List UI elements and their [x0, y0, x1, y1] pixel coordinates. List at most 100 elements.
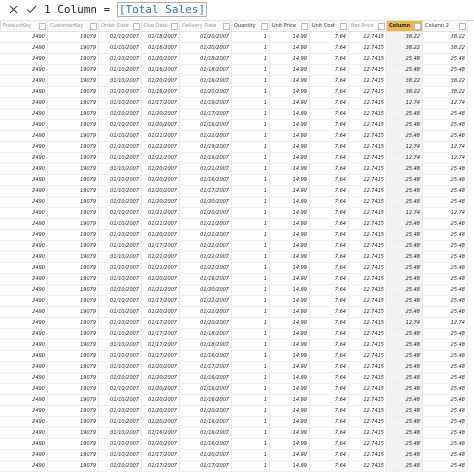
table-cell[interactable]: 25.48	[422, 361, 468, 373]
table-cell[interactable]: 12.74	[422, 152, 468, 164]
table-cell[interactable]: 01/16/2007	[179, 427, 232, 439]
table-cell[interactable]: 25.48	[422, 163, 468, 175]
table-cell[interactable]: 25.48	[422, 185, 468, 197]
table-cell[interactable]: 14.99	[269, 174, 310, 186]
table-cell[interactable]: 14.99	[269, 361, 310, 373]
table-cell[interactable]: 38.22	[386, 75, 423, 87]
table-cell[interactable]: 12.7415	[348, 119, 387, 131]
table-cell[interactable]: 01/10/2007	[98, 361, 142, 373]
table-cell[interactable]: 19079	[47, 141, 99, 153]
table-cell[interactable]: 1	[231, 416, 270, 428]
table-cell[interactable]: 7.64	[309, 86, 349, 98]
table-cell[interactable]: 19079	[47, 53, 99, 65]
table-cell[interactable]: 01/10/2007	[98, 273, 142, 285]
table-cell[interactable]: 2490	[0, 207, 48, 219]
table-cell[interactable]: 01/10/2007	[98, 163, 142, 175]
table-cell[interactable]: 14.99	[269, 284, 310, 296]
table-cell[interactable]: 25.48	[386, 427, 423, 439]
table-cell[interactable]: 7.64	[309, 174, 349, 186]
table-cell[interactable]: 01/10/2007	[98, 218, 142, 230]
table-cell[interactable]: 12.7415	[348, 141, 387, 153]
table-cell[interactable]: 01/16/2007	[179, 174, 232, 186]
table-cell[interactable]: 14.99	[269, 350, 310, 362]
table-cell[interactable]: 01/20/2007	[179, 317, 232, 329]
table-cell[interactable]: 2490	[0, 97, 48, 109]
filter-dropdown-icon[interactable]	[90, 23, 97, 30]
table-cell[interactable]: 01/20/2007	[141, 416, 180, 428]
table-cell[interactable]: 01/20/2007	[179, 31, 232, 43]
table-cell[interactable]: 7.64	[309, 416, 349, 428]
table-cell[interactable]: 7.64	[309, 317, 349, 329]
table-cell[interactable]: 01/10/2007	[98, 86, 142, 98]
table-cell[interactable]: 19079	[47, 251, 99, 263]
close-icon[interactable]	[6, 1, 20, 17]
table-cell[interactable]: 25.48	[386, 328, 423, 340]
table-cell[interactable]: 01/10/2007	[98, 130, 142, 142]
table-cell[interactable]: 19079	[47, 295, 99, 307]
table-cell[interactable]: 12.74	[422, 207, 468, 219]
table-cell[interactable]: 14.99	[269, 75, 310, 87]
table-cell[interactable]: 01/20/2007	[179, 405, 232, 417]
table-cell[interactable]: 12.7415	[348, 295, 387, 307]
table-cell[interactable]: 01/20/2007	[141, 372, 180, 384]
table-cell[interactable]: 25.48	[386, 273, 423, 285]
table-cell[interactable]: 2490	[0, 240, 48, 252]
table-cell[interactable]: 12.7415	[348, 251, 387, 263]
table-cell[interactable]: 1	[231, 339, 270, 351]
table-cell[interactable]: 01/20/2007	[179, 284, 232, 296]
table-cell[interactable]: 2490	[0, 339, 48, 351]
table-cell[interactable]: 19079	[47, 328, 99, 340]
table-cell[interactable]: 01/10/2007	[98, 53, 142, 65]
table-cell[interactable]: 1	[231, 207, 270, 219]
table-cell[interactable]: 2490	[0, 262, 48, 274]
table-cell[interactable]: 19079	[47, 185, 99, 197]
table-cell[interactable]: 12.7415	[348, 262, 387, 274]
table-cell[interactable]: 7.64	[309, 119, 349, 131]
table-cell[interactable]: 14.99	[269, 108, 310, 120]
table-cell[interactable]: 01/22/2007	[179, 240, 232, 252]
table-cell[interactable]: 14.99	[269, 53, 310, 65]
table-cell[interactable]: 14.99	[269, 262, 310, 274]
table-cell[interactable]: 25.48	[422, 438, 468, 450]
table-cell[interactable]: 2490	[0, 273, 48, 285]
table-cell[interactable]: 01/10/2007	[98, 97, 142, 109]
table-cell[interactable]: 19079	[47, 119, 99, 131]
table-cell[interactable]: 01/10/2007	[98, 372, 142, 384]
table-cell[interactable]: 01/17/2007	[179, 185, 232, 197]
table-cell[interactable]: 2490	[0, 295, 48, 307]
table-cell[interactable]: 25.48	[422, 339, 468, 351]
table-cell[interactable]: 01/17/2007	[179, 460, 232, 472]
table-cell[interactable]: 01/10/2007	[98, 240, 142, 252]
table-cell[interactable]: 14.99	[269, 31, 310, 43]
table-cell[interactable]: 19079	[47, 361, 99, 373]
table-cell[interactable]: 01/22/2007	[141, 141, 180, 153]
table-cell[interactable]: 01/20/2007	[141, 196, 180, 208]
table-cell[interactable]: 2490	[0, 251, 48, 263]
table-cell[interactable]: 12.7415	[348, 361, 387, 373]
table-cell[interactable]: 12.7415	[348, 86, 387, 98]
table-cell[interactable]: 7.64	[309, 64, 349, 76]
table-cell[interactable]: 7.64	[309, 306, 349, 318]
table-cell[interactable]: 01/10/2007	[98, 427, 142, 439]
column-header[interactable]: Order Date	[98, 20, 142, 32]
table-cell[interactable]: 25.48	[422, 295, 468, 307]
filter-dropdown-icon[interactable]	[261, 23, 268, 30]
table-cell[interactable]: 1	[231, 328, 270, 340]
table-cell[interactable]: 01/17/2007	[141, 97, 180, 109]
table-cell[interactable]: 25.48	[386, 449, 423, 461]
table-cell[interactable]: 25.48	[386, 394, 423, 406]
table-cell[interactable]: 12.74	[386, 152, 423, 164]
table-cell[interactable]: 25.48	[386, 438, 423, 450]
table-cell[interactable]: 01/18/2007	[141, 31, 180, 43]
table-cell[interactable]: 25.48	[386, 64, 423, 76]
table-cell[interactable]: 12.7415	[348, 416, 387, 428]
table-cell[interactable]: 12.7415	[348, 328, 387, 340]
table-cell[interactable]: 14.99	[269, 295, 310, 307]
table-cell[interactable]: 01/10/2007	[98, 394, 142, 406]
table-cell[interactable]: 1	[231, 394, 270, 406]
filter-dropdown-icon[interactable]	[171, 23, 178, 30]
table-cell[interactable]: 25.48	[386, 130, 423, 142]
table-cell[interactable]: 2490	[0, 196, 48, 208]
table-cell[interactable]: 1	[231, 119, 270, 131]
table-cell[interactable]: 2490	[0, 427, 48, 439]
